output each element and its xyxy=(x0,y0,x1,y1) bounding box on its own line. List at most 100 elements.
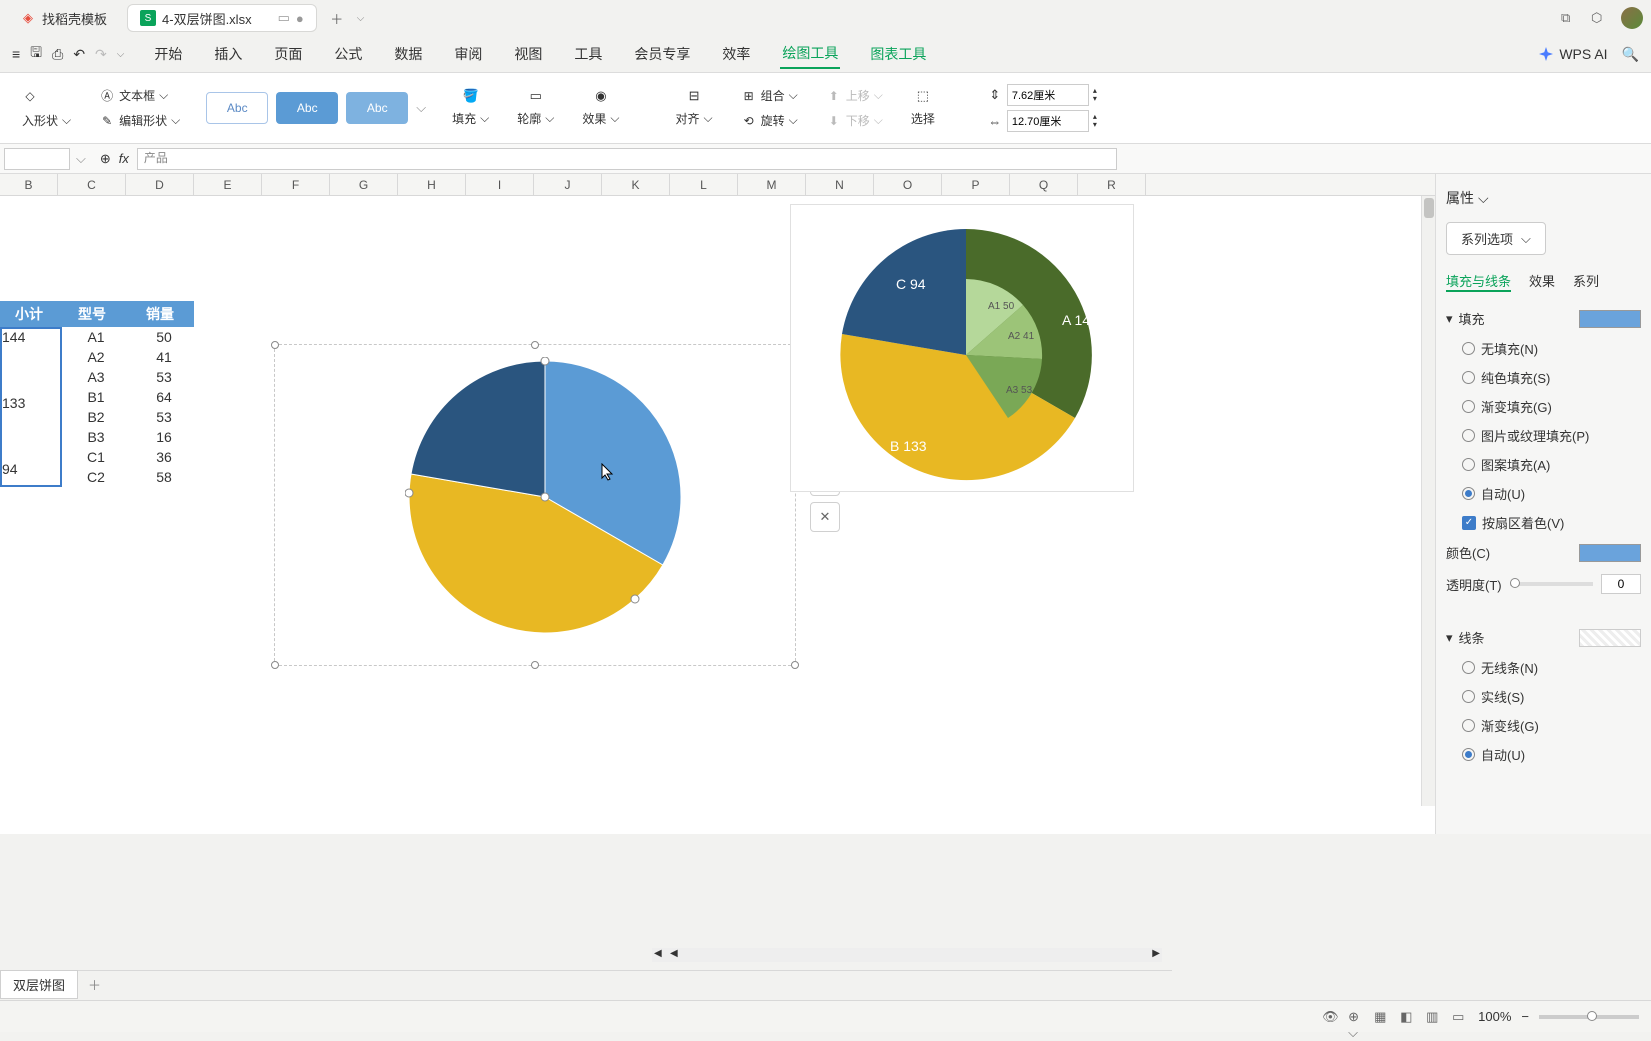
height-input[interactable] xyxy=(1007,84,1089,106)
vertical-scrollbar[interactable] xyxy=(1421,196,1435,806)
handle-nw[interactable] xyxy=(271,341,279,349)
target-icon[interactable]: ⊕ ⌵ xyxy=(1348,1009,1364,1025)
view-reader-icon[interactable]: ▭ xyxy=(1452,1009,1468,1025)
col-Q[interactable]: Q xyxy=(1010,174,1078,195)
handle-se[interactable] xyxy=(791,661,799,669)
menu-view[interactable]: 视图 xyxy=(512,40,544,68)
table-row[interactable]: A150 xyxy=(62,327,198,347)
file-tab[interactable]: S 4-双层饼图.xlsx ▭ ● xyxy=(127,4,317,32)
collapse-line-icon[interactable]: ▾ xyxy=(1446,630,1453,646)
handle-sw[interactable] xyxy=(271,661,279,669)
series-options-dropdown[interactable]: 系列选项 ⌵ xyxy=(1446,222,1546,255)
menu-chart[interactable]: 图表工具 xyxy=(868,40,928,68)
menu-formula[interactable]: 公式 xyxy=(332,40,364,68)
up-button[interactable]: ⬆上移 ⌵ xyxy=(822,85,887,106)
insert-shape-button[interactable]: ◇ xyxy=(18,86,42,106)
menu-icon[interactable]: ≡ xyxy=(12,46,20,62)
radio-gradient[interactable] xyxy=(1462,400,1475,413)
menu-insert[interactable]: 插入 xyxy=(212,40,244,68)
name-box[interactable] xyxy=(4,148,70,170)
radio-auto[interactable] xyxy=(1462,487,1475,500)
menu-member[interactable]: 会员专享 xyxy=(632,40,692,68)
zoom-out[interactable]: − xyxy=(1521,1009,1529,1024)
align-button[interactable]: 对齐 ⌵ xyxy=(671,108,716,129)
name-dropdown[interactable]: ⌵ xyxy=(70,151,92,167)
group-button[interactable]: ⊞组合 ⌵ xyxy=(737,85,802,106)
add-sheet-button[interactable]: ＋ xyxy=(78,975,111,994)
search-icon[interactable]: 🔍 xyxy=(1622,46,1639,63)
tab-list-icon[interactable]: ▭ xyxy=(278,10,290,26)
select-button[interactable]: 选择 xyxy=(907,108,939,129)
main-pie-chart[interactable] xyxy=(405,357,685,637)
hdr-sales[interactable]: 销量 xyxy=(126,301,194,327)
template-tab[interactable]: ◈ 找稻壳模板 xyxy=(8,4,119,32)
table-row[interactable]: B164 xyxy=(62,387,198,407)
transparency-slider[interactable] xyxy=(1510,582,1593,586)
cell[interactable]: 144 xyxy=(2,329,60,351)
zoom-level[interactable]: 100% xyxy=(1478,1009,1511,1024)
eye-icon[interactable]: 👁 xyxy=(1322,1009,1338,1025)
radio-solid[interactable] xyxy=(1462,371,1475,384)
table-row[interactable]: B316 xyxy=(62,427,198,447)
view-page-icon[interactable]: ▥ xyxy=(1426,1009,1442,1025)
col-P[interactable]: P xyxy=(942,174,1010,195)
nested-pie-chart[interactable]: C 94 A 144 B 133 A1 50 A2 41 A3 53 xyxy=(790,204,1134,492)
col-I[interactable]: I xyxy=(466,174,534,195)
rotate-button[interactable]: ⟲旋转 ⌵ xyxy=(737,110,802,131)
outline-button[interactable]: 轮廓 ⌵ xyxy=(513,108,558,129)
radio-pattern[interactable] xyxy=(1462,458,1475,471)
col-B[interactable]: B xyxy=(0,174,58,195)
col-M[interactable]: M xyxy=(738,174,806,195)
menu-review[interactable]: 审阅 xyxy=(452,40,484,68)
effect-button[interactable]: 效果 ⌵ xyxy=(578,108,623,129)
history-dropdown[interactable]: ⌵ xyxy=(117,49,125,60)
line-swatch[interactable] xyxy=(1579,629,1641,647)
style-1[interactable]: Abc xyxy=(206,92,268,124)
table-row[interactable]: A241 xyxy=(62,347,198,367)
menu-tools[interactable]: 工具 xyxy=(572,40,604,68)
view-normal-icon[interactable]: ▦ xyxy=(1374,1009,1390,1025)
radio-noline[interactable] xyxy=(1462,661,1475,674)
fill-button[interactable]: 填充 ⌵ xyxy=(448,108,493,129)
zoom-formula-icon[interactable]: ⊕ xyxy=(100,151,111,167)
zoom-slider[interactable] xyxy=(1539,1015,1639,1019)
handle-s[interactable] xyxy=(531,661,539,669)
radio-picture[interactable] xyxy=(1462,429,1475,442)
cell[interactable]: 133 xyxy=(2,395,60,417)
fill-color-swatch[interactable] xyxy=(1579,310,1641,328)
table-row[interactable]: B253 xyxy=(62,407,198,427)
props-dropdown[interactable]: ⌵ xyxy=(1478,190,1489,207)
table-row[interactable]: C136 xyxy=(62,447,198,467)
menu-data[interactable]: 数据 xyxy=(392,40,424,68)
radio-gradline[interactable] xyxy=(1462,719,1475,732)
horizontal-scrollbar[interactable]: ◀ ◀ ▶ xyxy=(652,948,1162,962)
col-H[interactable]: H xyxy=(398,174,466,195)
check-byslice[interactable]: ✓ xyxy=(1462,516,1476,530)
formula-input[interactable]: 产品 xyxy=(137,148,1117,170)
new-tab-menu[interactable]: ⌵ xyxy=(357,13,365,24)
avatar[interactable] xyxy=(1621,7,1643,29)
col-R[interactable]: R xyxy=(1078,174,1146,195)
edit-shape-button[interactable]: ✎编辑形状 ⌵ xyxy=(95,110,184,131)
radio-solidline[interactable] xyxy=(1462,690,1475,703)
style-more[interactable]: ⌵ xyxy=(416,100,426,116)
col-C[interactable]: C xyxy=(58,174,126,195)
menu-page[interactable]: 页面 xyxy=(272,40,304,68)
chart-tools-button[interactable]: ✕ xyxy=(810,502,840,532)
table-row[interactable]: C258 xyxy=(62,467,198,487)
width-spinner[interactable]: ▴▾ xyxy=(1093,113,1097,129)
collapse-icon[interactable]: ▾ xyxy=(1446,311,1453,327)
tab-effect[interactable]: 效果 xyxy=(1529,271,1555,292)
print-icon[interactable]: ⎙ xyxy=(52,46,63,63)
col-J[interactable]: J xyxy=(534,174,602,195)
cube-icon[interactable]: ⬡ xyxy=(1591,10,1607,26)
hdr-subtotal[interactable]: 小计 xyxy=(0,301,58,327)
menu-ai[interactable]: WPS AI xyxy=(1557,42,1609,66)
col-F[interactable]: F xyxy=(262,174,330,195)
chart-selection[interactable] xyxy=(274,344,796,666)
col-L[interactable]: L xyxy=(670,174,738,195)
tab-series[interactable]: 系列 xyxy=(1573,271,1599,292)
menu-start[interactable]: 开始 xyxy=(152,40,184,68)
color-picker[interactable] xyxy=(1579,544,1641,562)
textbox-button[interactable]: Ⓐ文本框 ⌵ xyxy=(95,85,172,106)
